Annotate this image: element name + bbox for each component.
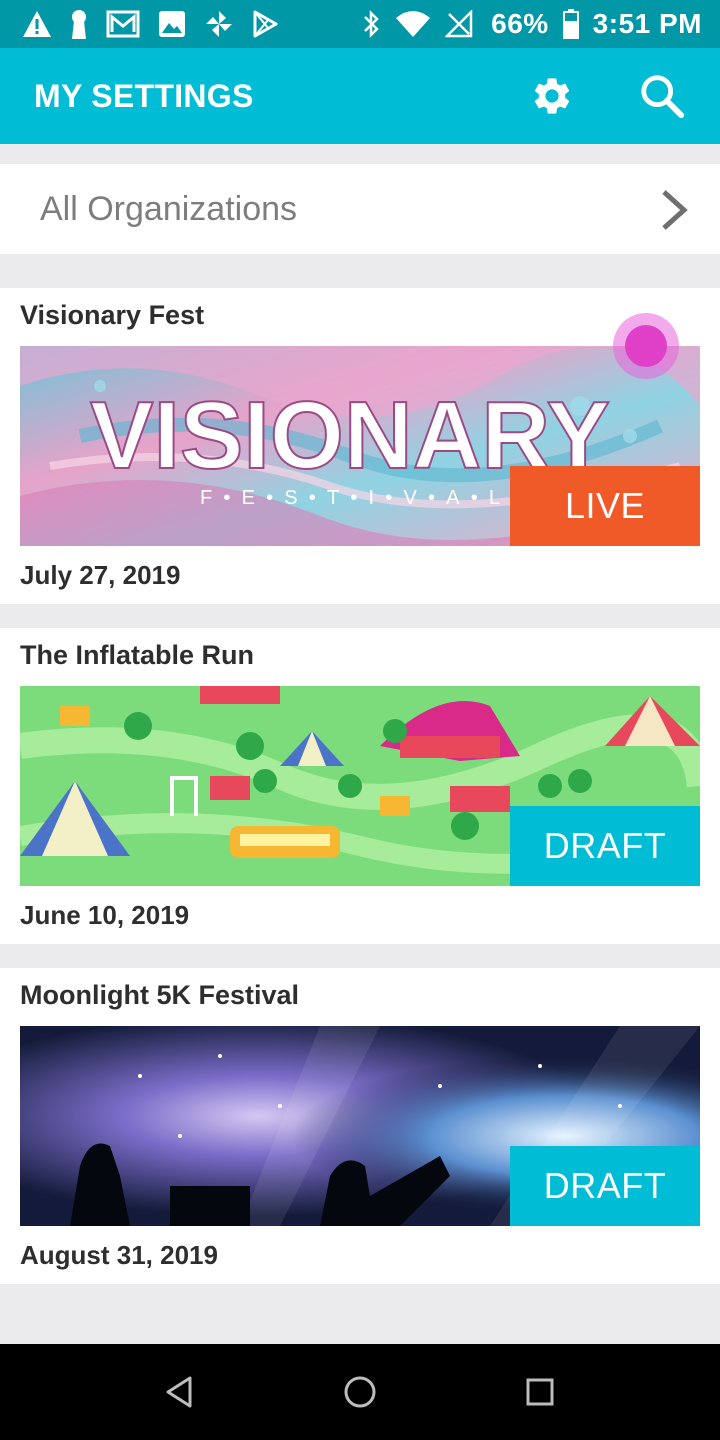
system-navigation-bar [0, 1344, 720, 1440]
search-icon [641, 75, 685, 119]
image-icon [159, 11, 185, 37]
back-icon[interactable] [160, 1372, 200, 1412]
event-date: June 10, 2019 [20, 900, 190, 930]
status-bar: 66% 3:51 PM [0, 0, 720, 48]
no-signal-icon [445, 10, 473, 38]
status-badge: DRAFT [510, 1146, 700, 1226]
recents-icon[interactable] [520, 1372, 560, 1412]
search-button[interactable] [638, 72, 686, 120]
battery-icon [562, 9, 579, 39]
app-bar: MY SETTINGS [0, 48, 720, 144]
touch-indicator-core [625, 325, 667, 367]
battery-percent: 66% [491, 8, 549, 39]
event-title: Moonlight 5K Festival [20, 980, 300, 1010]
play-store-icon [253, 10, 278, 38]
event-banner-image: DRAFT [20, 1026, 700, 1226]
event-banner-image: VISIONARY F•E•S•T•I•V•A•L LIVE [20, 346, 700, 546]
bluetooth-icon [364, 9, 379, 39]
wifi-icon [396, 11, 431, 37]
event-card-inflatable-run[interactable]: The Inflatable Run DRAFT June 10, 2019 [0, 628, 720, 944]
organization-label: All Organizations [40, 190, 298, 228]
event-title: The Inflatable Run [20, 640, 255, 670]
event-date: July 27, 2019 [20, 560, 181, 590]
page-title: MY SETTINGS [34, 78, 254, 114]
keyhole-icon [72, 10, 86, 39]
status-bar-system: 66% 3:51 PM [361, 8, 702, 40]
gear-icon [534, 78, 570, 114]
event-banner-image: DRAFT [20, 686, 700, 886]
gmail-icon [106, 10, 140, 38]
event-date: August 31, 2019 [20, 1240, 218, 1270]
warning-icon [23, 11, 51, 37]
status-badge: LIVE [510, 466, 700, 546]
chevron-right-icon [662, 190, 688, 230]
pinwheel-icon [206, 11, 232, 37]
touch-indicator [613, 313, 679, 379]
clock: 3:51 PM [592, 8, 702, 39]
event-card-visionary-fest[interactable]: Visionary Fest VISIONARY F•E•S•T•I•V•A•L [0, 288, 720, 604]
event-card-moonlight-5k[interactable]: Moonlight 5K Festival DRAFT August 31, 2… [0, 968, 720, 1284]
organization-selector[interactable]: All Organizations [0, 164, 720, 254]
banner-festival-text: F•E•S•T•I•V•A•L [200, 487, 500, 509]
status-bar-notifications [22, 9, 278, 39]
settings-button[interactable] [528, 72, 576, 120]
home-icon[interactable] [340, 1372, 380, 1412]
event-title: Visionary Fest [20, 300, 205, 330]
status-badge: DRAFT [510, 806, 700, 886]
